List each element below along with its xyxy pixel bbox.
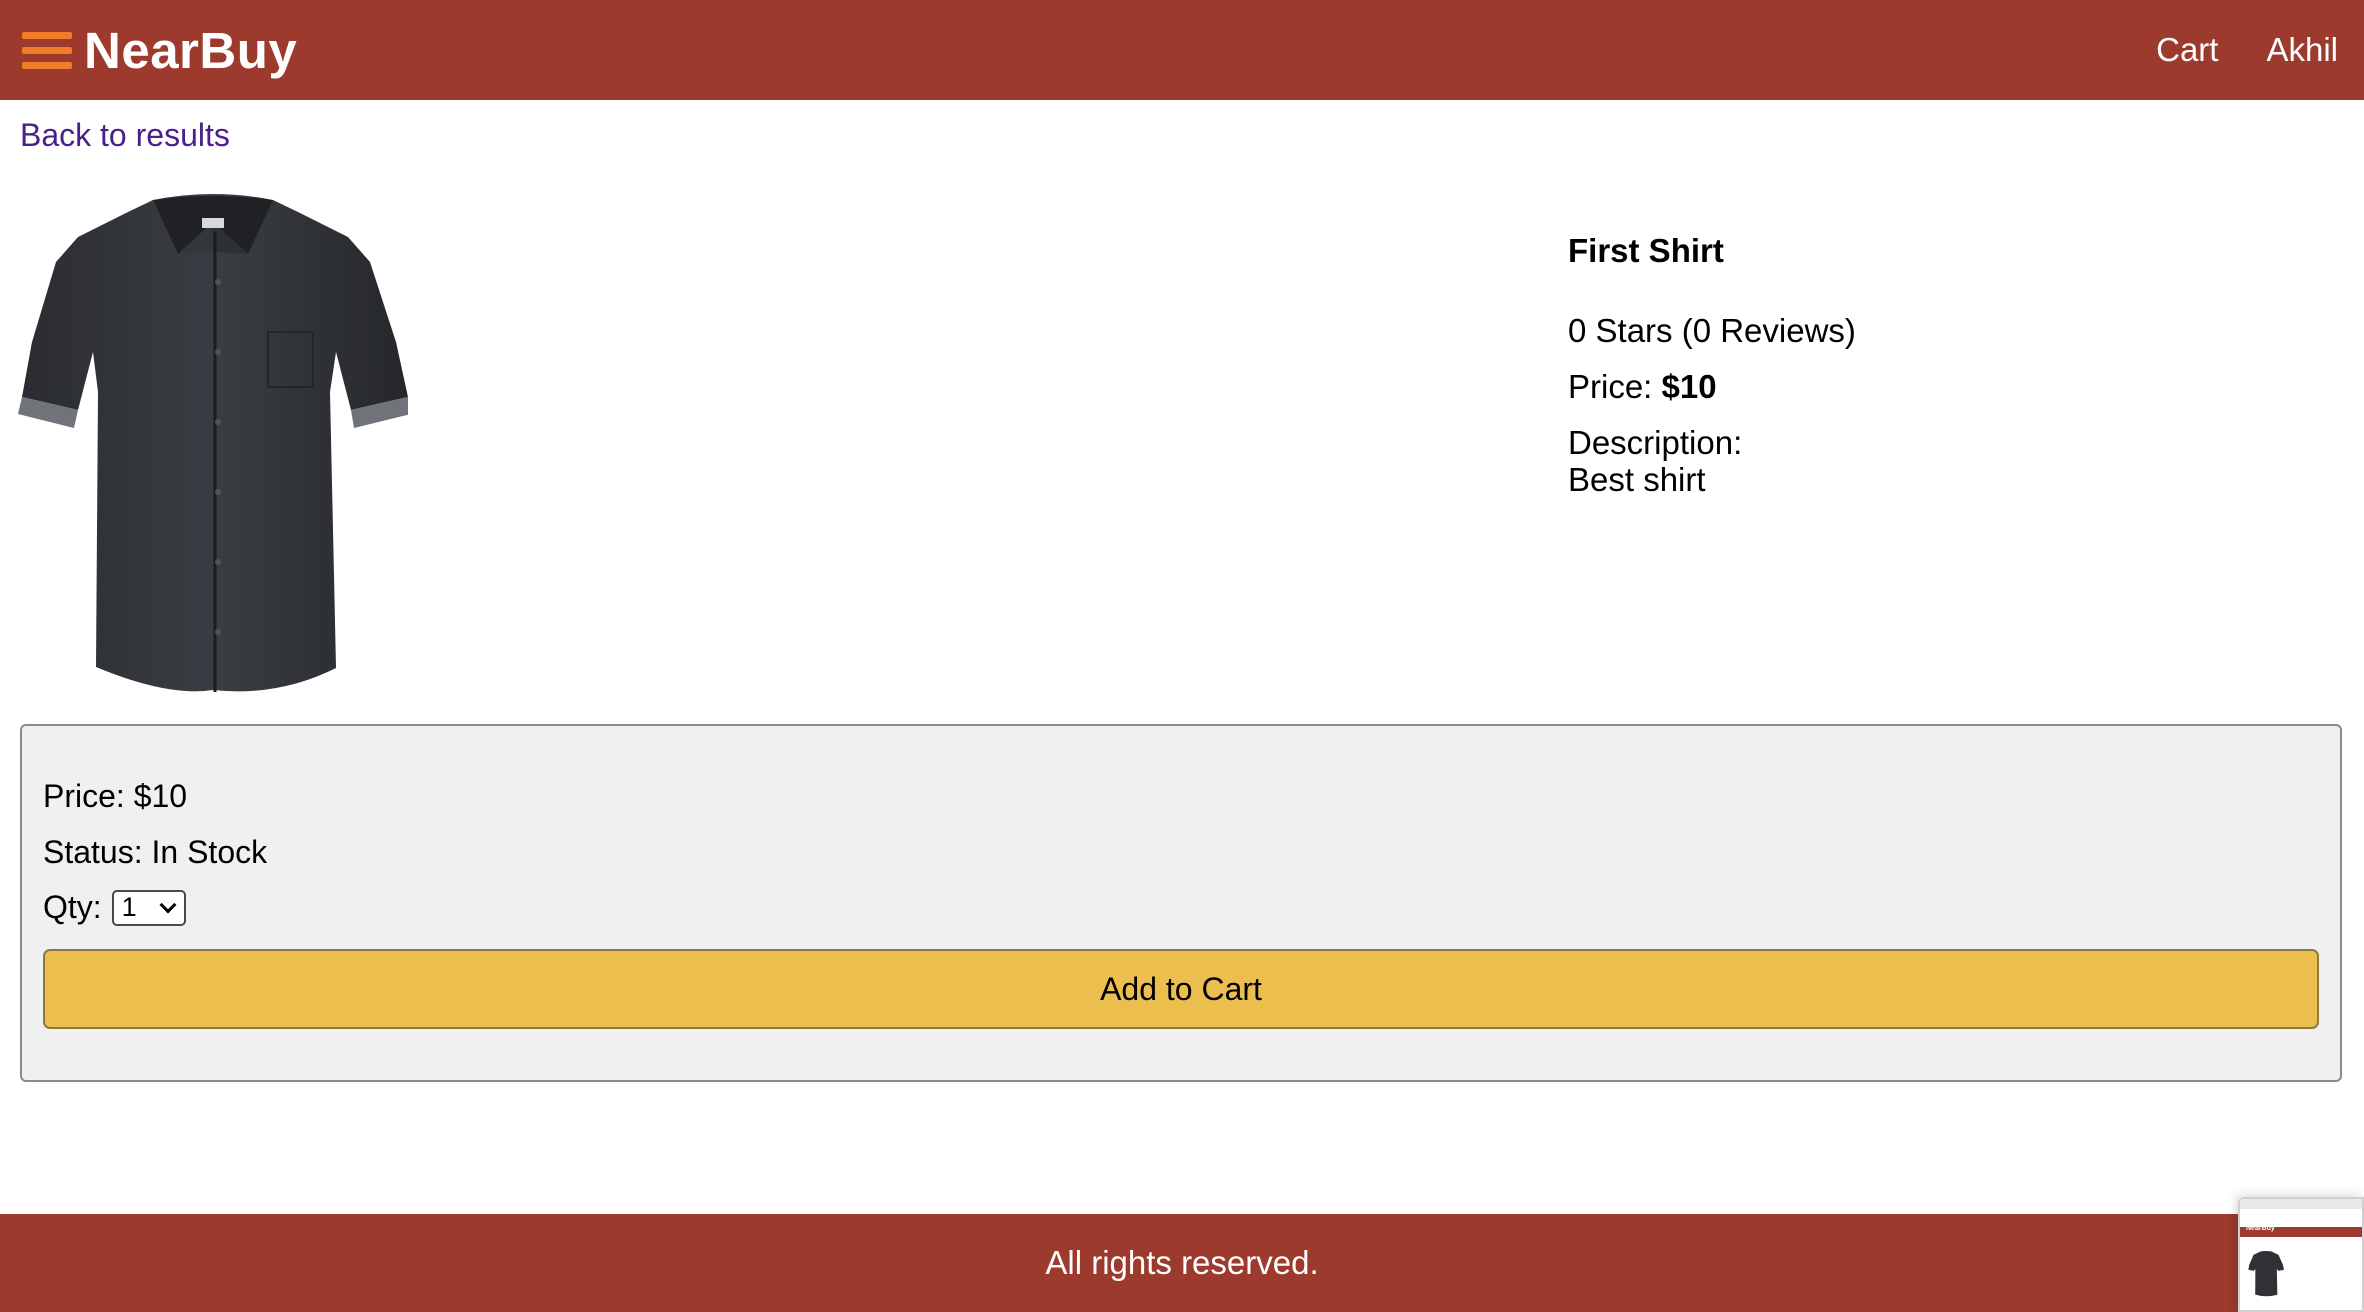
add-to-cart-button[interactable]: Add to Cart: [43, 949, 2319, 1029]
stock-status: Status: In Stock: [43, 834, 268, 870]
footer-text: All rights reserved.: [1045, 1244, 1319, 1281]
screenshot-thumbnail[interactable]: NearBuy: [2238, 1197, 2364, 1312]
chevron-down-icon: [159, 896, 177, 913]
qty-label: Qty:: [43, 889, 102, 925]
thumbnail-toolbar: [2240, 1199, 2362, 1209]
qty-value: 1: [121, 892, 137, 922]
card-price: Price: $10: [43, 778, 188, 814]
back-to-results-link[interactable]: Back to results: [20, 117, 230, 154]
user-link[interactable]: Akhil: [2266, 31, 2338, 69]
price-value: $10: [1661, 368, 1717, 405]
footer: All rights reserved.: [0, 1214, 2364, 1312]
product-rating: 0 Stars (0 Reviews): [1568, 312, 1856, 349]
shirt-image: [18, 192, 411, 717]
header-nav: Cart Akhil: [2108, 31, 2338, 69]
price-label: Price:: [1568, 368, 1662, 405]
cart-link[interactable]: Cart: [2156, 31, 2218, 69]
purchase-card: Price: $10 Status: In Stock Qty: 1 Add t…: [20, 724, 2342, 1082]
quantity-row: Qty: 1: [43, 889, 186, 926]
quantity-select[interactable]: 1: [111, 889, 186, 926]
product-info: First Shirt 0 Stars (0 Reviews) Price: $…: [1568, 232, 1856, 498]
description-label: Description:: [1568, 424, 1743, 461]
thumbnail-shirt-icon: [2248, 1250, 2284, 1297]
product-price: Price: $10: [1568, 368, 1856, 406]
thumbnail-brand: NearBuy: [2246, 1225, 2275, 1232]
description-text: Best shirt: [1568, 461, 1706, 498]
product-title: First Shirt: [1568, 232, 1724, 269]
top-navbar: NearBuy Cart Akhil: [0, 0, 2364, 100]
brand[interactable]: NearBuy: [22, 21, 297, 80]
hamburger-menu-icon[interactable]: [22, 29, 72, 71]
page: NearBuy Cart Akhil Back to results First…: [0, 0, 2364, 1312]
product-description: Description: Best shirt: [1568, 424, 1856, 498]
logo[interactable]: NearBuy: [84, 21, 297, 80]
